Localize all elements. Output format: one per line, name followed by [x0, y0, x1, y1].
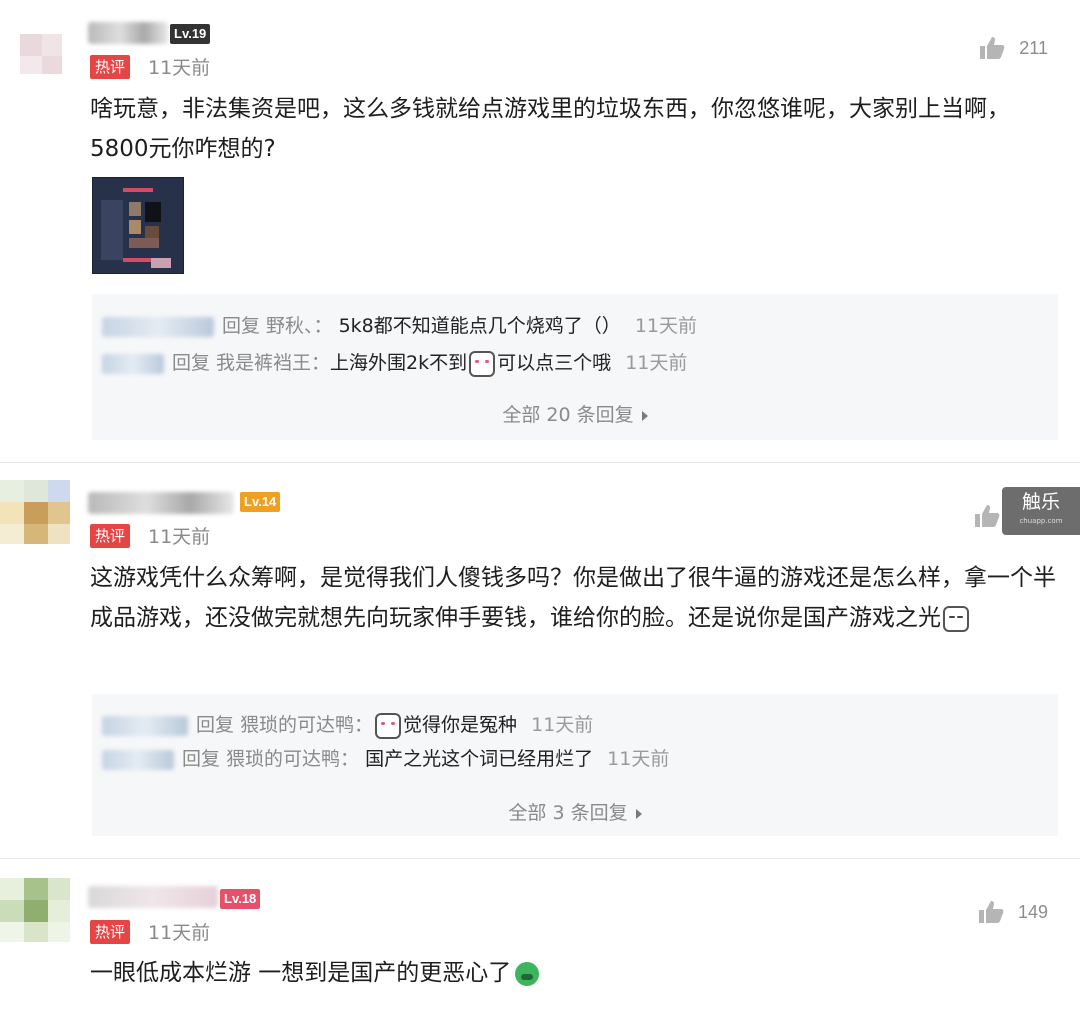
blush-emoji-icon [375, 712, 402, 739]
reply-username-blurred[interactable] [102, 353, 164, 374]
reply-time: 11天前 [607, 748, 670, 770]
comment-time: 11天前 [148, 922, 211, 944]
username-blurred[interactable] [88, 492, 234, 514]
comment-time: 11天前 [148, 57, 211, 79]
username-blurred[interactable] [88, 886, 218, 908]
hot-comment-badge: 热评 [90, 920, 131, 944]
reply-username-blurred[interactable] [102, 316, 214, 337]
view-all-replies-link[interactable]: 全部 3 条回复 [92, 798, 1058, 825]
reply-text: 觉得你是冤种 [403, 714, 518, 736]
avatar[interactable] [0, 480, 70, 544]
like-count: 211 [1019, 37, 1048, 58]
sweat-emoji-icon [943, 605, 969, 632]
reply-list: 回复 猥琐的可达鸭： 觉得你是冤种 11天前 回复 猥琐的可达鸭： 国产之光这个词… [92, 694, 1058, 836]
image-preview [93, 178, 183, 273]
site-watermark: 触乐 chuapp.com [1002, 487, 1080, 535]
hot-comment-badge: 热评 [90, 55, 131, 79]
like-count: 149 [1017, 901, 1048, 922]
divider [0, 462, 1080, 463]
avatar[interactable] [0, 14, 70, 78]
avatar[interactable] [0, 878, 70, 942]
watermark-text: 触乐 [1021, 491, 1060, 513]
like-button[interactable]: 149 [978, 900, 1048, 924]
level-badge: Lv.14 [240, 492, 281, 512]
comment-time: 11天前 [148, 526, 211, 548]
reply-username-blurred[interactable] [102, 715, 188, 736]
reply-item[interactable]: 回复 猥琐的可达鸭： 国产之光这个词已经用烂了 11天前 [102, 744, 669, 774]
comment-text-body: 这游戏凭什么众筹啊，是觉得我们人傻钱多吗？你是做出了很牛逼的游戏还是怎么样，拿一… [90, 565, 1056, 631]
thumbs-up-icon [978, 901, 1004, 923]
thumbs-up-icon [975, 505, 1000, 527]
caret-right-icon [635, 808, 642, 819]
view-all-replies-label: 全部 20 条回复 [502, 404, 634, 426]
reply-time: 11天前 [531, 714, 594, 736]
nauseated-emoji-icon [515, 961, 540, 986]
reply-prefix: 回复 猥琐的可达鸭： [182, 748, 360, 770]
comment-text: 啥玩意，非法集资是吧，这么多钱就给点游戏里的垃圾东西，你忽悠谁呢，大家别上当啊，… [90, 96, 1010, 162]
reply-list: 回复 野秋、： 5k8都不知道能点几个烧鸡了（） 11天前 回复 我是裤裆王：上… [92, 294, 1058, 440]
reply-item[interactable]: 回复 野秋、： 5k8都不知道能点几个烧鸡了（） 11天前 [102, 311, 697, 341]
username-blurred[interactable] [88, 22, 168, 44]
reply-prefix: 回复 猥琐的可达鸭： [196, 714, 374, 736]
reply-item[interactable]: 回复 我是裤裆王：上海外围2k不到 可以点三个哦 11天前 [102, 348, 687, 378]
view-all-replies-label: 全部 3 条回复 [508, 802, 628, 824]
reply-text: 上海外围2k不到 [330, 352, 468, 374]
divider [0, 858, 1080, 859]
reply-prefix: 回复 野秋、： [222, 315, 333, 337]
thumbs-up-icon [980, 37, 1005, 59]
reply-text-cont: 可以点三个哦 [497, 352, 612, 374]
view-all-replies-link[interactable]: 全部 20 条回复 [92, 400, 1058, 427]
hot-comment-badge: 热评 [90, 524, 131, 548]
reply-time: 11天前 [634, 315, 698, 337]
blush-emoji-icon [469, 350, 496, 377]
comment-text: 一眼低成本烂游 一想到是国产的更恶心了 [90, 953, 1060, 993]
reply-item[interactable]: 回复 猥琐的可达鸭： 觉得你是冤种 11天前 [102, 710, 593, 740]
like-button[interactable] [974, 504, 1000, 528]
watermark-sub: chuapp.com [1019, 517, 1063, 525]
reply-time: 11天前 [625, 352, 688, 374]
caret-right-icon [641, 410, 648, 421]
comment-text-body: 一眼低成本烂游 一想到是国产的更恶心了 [90, 960, 512, 986]
level-badge: Lv.19 [170, 24, 211, 44]
reply-text: 5k8都不知道能点几个烧鸡了（） [338, 315, 621, 337]
reply-text: 国产之光这个词已经用烂了 [365, 748, 594, 770]
comment-text: 这游戏凭什么众筹啊，是觉得我们人傻钱多吗？你是做出了很牛逼的游戏还是怎么样，拿一… [90, 558, 1060, 638]
reply-prefix: 回复 我是裤裆王： [172, 352, 331, 374]
reply-username-blurred[interactable] [102, 749, 174, 770]
attached-image-thumbnail[interactable] [92, 177, 184, 274]
level-badge: Lv.18 [220, 889, 261, 909]
like-button[interactable]: 211 [979, 36, 1048, 60]
